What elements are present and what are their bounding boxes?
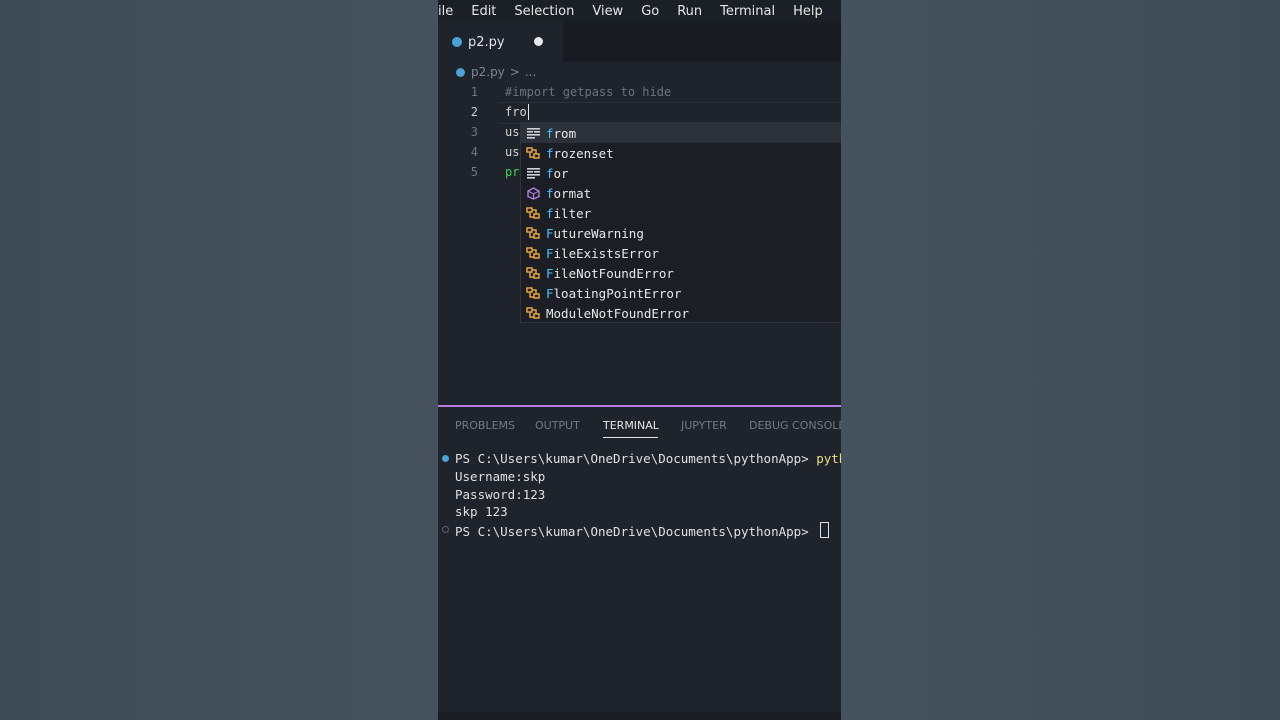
match-prefix: F: [546, 265, 554, 281]
class-icon: [526, 246, 540, 260]
code-line[interactable]: 1 #import getpass to hide: [438, 82, 841, 102]
suggestion-label: ileExistsError: [553, 245, 659, 261]
line-number: 5: [470, 165, 478, 179]
suggestion-label: ModuleNotFoundError: [546, 305, 689, 321]
function-icon: [526, 186, 540, 200]
match-prefix: f: [546, 125, 554, 141]
tab-label: p2.py: [468, 34, 505, 50]
terminal-line: Username:skp: [455, 469, 546, 484]
menu-run[interactable]: Run: [677, 4, 702, 19]
code-text: fro: [505, 105, 527, 119]
vscode-window: ile Edit Selection View Go Run Terminal …: [438, 0, 841, 720]
status-bar: [438, 712, 841, 720]
tab-p2-py[interactable]: p2.py: [438, 22, 563, 62]
suggestion-item[interactable]: ModuleNotFoundError: [521, 303, 841, 323]
line-number: 3: [470, 125, 478, 139]
menu-file[interactable]: ile: [438, 4, 453, 19]
class-icon: [526, 266, 540, 280]
command-success-dot-icon[interactable]: [442, 455, 449, 462]
terminal-command: pytho: [816, 451, 841, 466]
terminal-cursor: [820, 522, 830, 538]
class-icon: [526, 146, 540, 160]
code-text: us: [505, 145, 520, 159]
menu-help[interactable]: Help: [793, 4, 823, 19]
terminal-line: skp 123: [455, 504, 508, 519]
breadcrumb-file[interactable]: p2.py: [471, 65, 505, 79]
breadcrumb: p2.py > ...: [456, 63, 536, 81]
menu-edit[interactable]: Edit: [471, 4, 496, 19]
code-text: us: [505, 125, 520, 139]
chevron-right-icon: >: [509, 65, 520, 79]
tab-jupyter[interactable]: JUPYTER: [681, 419, 727, 432]
terminal-line: PS C:\Users\kumar\OneDrive\Documents\pyt…: [455, 451, 841, 466]
keyword-icon: [526, 126, 540, 140]
suggestion-item[interactable]: FileNotFoundError: [521, 263, 841, 283]
suggestion-label: utureWarning: [553, 225, 644, 241]
text-cursor: [528, 104, 529, 120]
suggestion-label: rozenset: [553, 145, 614, 161]
terminal-line: Password:123: [455, 487, 546, 502]
editor-tab-bar: p2.py: [438, 22, 841, 62]
suggestion-item[interactable]: FutureWarning: [521, 223, 841, 243]
terminal-prompt: PS C:\Users\kumar\OneDrive\Documents\pyt…: [455, 451, 817, 466]
suggestion-widget: from frozenset for format filter FutureW…: [520, 122, 841, 323]
match-prefix: F: [546, 225, 554, 241]
match-prefix: f: [546, 185, 554, 201]
suggestion-item[interactable]: FloatingPointError: [521, 283, 841, 303]
suggestion-item[interactable]: frozenset: [521, 143, 841, 163]
keyword-icon: [526, 166, 540, 180]
match-prefix: f: [546, 165, 554, 181]
line-number: 4: [470, 145, 478, 159]
suggestion-label: ilter: [553, 205, 592, 221]
active-tab-indicator: [603, 437, 658, 438]
suggestion-label: ileNotFoundError: [553, 265, 674, 281]
code-line[interactable]: 2 fro: [438, 102, 841, 122]
match-prefix: F: [546, 245, 554, 261]
match-prefix: f: [546, 205, 554, 221]
breadcrumb-more[interactable]: ...: [525, 65, 536, 79]
class-icon: [526, 206, 540, 220]
suggestion-label: ormat: [553, 185, 592, 201]
terminal-line[interactable]: PS C:\Users\kumar\OneDrive\Documents\pyt…: [455, 522, 830, 539]
tab-problems[interactable]: PROBLEMS: [455, 419, 515, 432]
command-pending-dot-icon[interactable]: [442, 526, 449, 533]
unsaved-dot-icon[interactable]: [534, 37, 543, 46]
menu-view[interactable]: View: [592, 4, 623, 19]
panel-tab-bar: PROBLEMS OUTPUT TERMINAL JUPYTER DEBUG C…: [438, 415, 841, 443]
menu-selection[interactable]: Selection: [514, 4, 574, 19]
menu-bar: ile Edit Selection View Go Run Terminal …: [438, 0, 841, 22]
suggestion-item[interactable]: for: [521, 163, 841, 183]
line-number: 2: [470, 105, 478, 119]
class-icon: [526, 286, 540, 300]
code-text: #import getpass to hide: [505, 85, 672, 99]
python-file-icon: [456, 67, 465, 77]
tab-output[interactable]: OUTPUT: [535, 419, 580, 432]
suggestion-item[interactable]: format: [521, 183, 841, 203]
python-file-icon: [452, 37, 462, 47]
code-text: pr: [505, 165, 520, 179]
match-prefix: f: [546, 145, 554, 161]
tab-debug-console[interactable]: DEBUG CONSOLE: [749, 419, 841, 432]
class-icon: [526, 306, 540, 320]
menu-go[interactable]: Go: [641, 4, 659, 19]
match-prefix: F: [546, 285, 554, 301]
suggestion-item[interactable]: FileExistsError: [521, 243, 841, 263]
terminal-prompt: PS C:\Users\kumar\OneDrive\Documents\pyt…: [455, 524, 817, 539]
suggestion-label: loatingPointError: [553, 285, 682, 301]
class-icon: [526, 226, 540, 240]
bottom-panel: PROBLEMS OUTPUT TERMINAL JUPYTER DEBUG C…: [438, 405, 841, 720]
tab-terminal[interactable]: TERMINAL: [603, 419, 659, 432]
suggestion-label: or: [553, 165, 569, 181]
suggestion-label: rom: [553, 125, 577, 141]
suggestion-item[interactable]: from: [521, 123, 841, 143]
line-number: 1: [470, 85, 478, 99]
menu-terminal[interactable]: Terminal: [720, 4, 775, 19]
suggestion-item[interactable]: filter: [521, 203, 841, 223]
